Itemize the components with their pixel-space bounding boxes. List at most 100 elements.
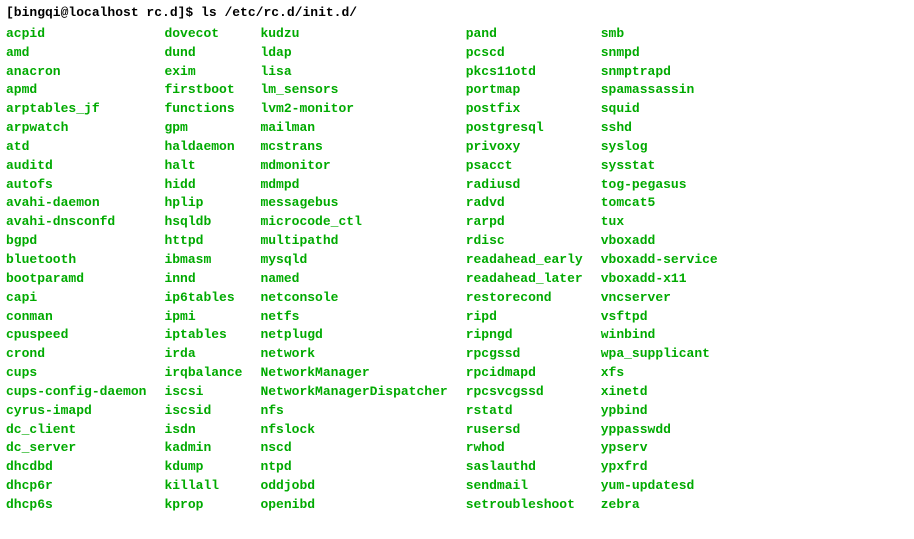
file-entry: dhcp6r xyxy=(6,477,146,496)
file-entry: avahi-daemon xyxy=(6,194,146,213)
file-entry: rpcsvcgssd xyxy=(466,383,583,402)
file-entry: cups xyxy=(6,364,146,383)
file-entry: mailman xyxy=(260,119,447,138)
file-entry: iscsi xyxy=(164,383,242,402)
file-entry: iptables xyxy=(164,326,242,345)
file-entry: ripd xyxy=(466,308,583,327)
file-entry: named xyxy=(260,270,447,289)
terminal-output: [bingqi@localhost rc.d]$ ls /etc/rc.d/in… xyxy=(0,0,914,519)
file-entry: firstboot xyxy=(164,81,242,100)
file-entry: isdn xyxy=(164,421,242,440)
file-entry: hplip xyxy=(164,194,242,213)
file-entry: netconsole xyxy=(260,289,447,308)
file-entry: readahead_early xyxy=(466,251,583,270)
file-entry: ripngd xyxy=(466,326,583,345)
file-entry: hsqldb xyxy=(164,213,242,232)
file-entry: dc_server xyxy=(6,439,146,458)
file-entry: rdisc xyxy=(466,232,583,251)
file-entry: radvd xyxy=(466,194,583,213)
file-entry: ldap xyxy=(260,44,447,63)
file-entry: vboxadd-service xyxy=(601,251,718,270)
file-entry: apmd xyxy=(6,81,146,100)
file-entry: ntpd xyxy=(260,458,447,477)
file-entry: smb xyxy=(601,25,718,44)
file-entry: rarpd xyxy=(466,213,583,232)
file-entry: halt xyxy=(164,157,242,176)
file-entry: yum-updatesd xyxy=(601,477,718,496)
file-entry: avahi-dnsconfd xyxy=(6,213,146,232)
file-entry: mdmpd xyxy=(260,176,447,195)
file-entry: sshd xyxy=(601,119,718,138)
file-entry: postgresql xyxy=(466,119,583,138)
file-entry: nscd xyxy=(260,439,447,458)
file-entry: restorecond xyxy=(466,289,583,308)
file-entry: anacron xyxy=(6,63,146,82)
file-entry: exim xyxy=(164,63,242,82)
file-entry: mysqld xyxy=(260,251,447,270)
file-entry: dhcdbd xyxy=(6,458,146,477)
file-entry: cups-config-daemon xyxy=(6,383,146,402)
file-entry: rusersd xyxy=(466,421,583,440)
file-listing: acpidamdanacronapmdarptables_jfarpwatcha… xyxy=(6,25,908,515)
file-entry: rpcidmapd xyxy=(466,364,583,383)
file-entry: bootparamd xyxy=(6,270,146,289)
file-entry: bgpd xyxy=(6,232,146,251)
file-entry: irqbalance xyxy=(164,364,242,383)
file-entry: xinetd xyxy=(601,383,718,402)
listing-col-3: pandpcscdpkcs11otdportmappostfixpostgres… xyxy=(466,25,583,515)
file-entry: pkcs11otd xyxy=(466,63,583,82)
file-entry: multipathd xyxy=(260,232,447,251)
file-entry: NetworkManagerDispatcher xyxy=(260,383,447,402)
file-entry: spamassassin xyxy=(601,81,718,100)
file-entry: openibd xyxy=(260,496,447,515)
file-entry: crond xyxy=(6,345,146,364)
file-entry: kdump xyxy=(164,458,242,477)
file-entry: gpm xyxy=(164,119,242,138)
file-entry: vboxadd xyxy=(601,232,718,251)
file-entry: amd xyxy=(6,44,146,63)
file-entry: dund xyxy=(164,44,242,63)
file-entry: cpuspeed xyxy=(6,326,146,345)
file-entry: radiusd xyxy=(466,176,583,195)
file-entry: netplugd xyxy=(260,326,447,345)
file-entry: setroubleshoot xyxy=(466,496,583,515)
file-entry: cyrus-imapd xyxy=(6,402,146,421)
command-text: ls /etc/rc.d/init.d/ xyxy=(201,5,357,20)
file-entry: rpcgssd xyxy=(466,345,583,364)
file-entry: readahead_later xyxy=(466,270,583,289)
file-entry: rwhod xyxy=(466,439,583,458)
file-entry: netfs xyxy=(260,308,447,327)
listing-col-1: dovecotdundeximfirstbootfunctionsgpmhald… xyxy=(164,25,242,515)
file-entry: sendmail xyxy=(466,477,583,496)
file-entry: tog-pegasus xyxy=(601,176,718,195)
file-entry: dc_client xyxy=(6,421,146,440)
file-entry: pcscd xyxy=(466,44,583,63)
file-entry: irda xyxy=(164,345,242,364)
file-entry: snmpd xyxy=(601,44,718,63)
prompt-line: [bingqi@localhost rc.d]$ ls /etc/rc.d/in… xyxy=(6,4,908,23)
file-entry: ip6tables xyxy=(164,289,242,308)
file-entry: functions xyxy=(164,100,242,119)
file-entry: zebra xyxy=(601,496,718,515)
file-entry: iscsid xyxy=(164,402,242,421)
file-entry: lvm2-monitor xyxy=(260,100,447,119)
file-entry: network xyxy=(260,345,447,364)
file-entry: hidd xyxy=(164,176,242,195)
file-entry: acpid xyxy=(6,25,146,44)
file-entry: conman xyxy=(6,308,146,327)
file-entry: lm_sensors xyxy=(260,81,447,100)
file-entry: lisa xyxy=(260,63,447,82)
shell-prompt: [bingqi@localhost rc.d]$ xyxy=(6,5,201,20)
file-entry: squid xyxy=(601,100,718,119)
file-entry: portmap xyxy=(466,81,583,100)
file-entry: auditd xyxy=(6,157,146,176)
listing-col-0: acpidamdanacronapmdarptables_jfarpwatcha… xyxy=(6,25,146,515)
file-entry: nfs xyxy=(260,402,447,421)
file-entry: ypxfrd xyxy=(601,458,718,477)
file-entry: xfs xyxy=(601,364,718,383)
file-entry: messagebus xyxy=(260,194,447,213)
file-entry: privoxy xyxy=(466,138,583,157)
file-entry: ipmi xyxy=(164,308,242,327)
file-entry: pand xyxy=(466,25,583,44)
file-entry: postfix xyxy=(466,100,583,119)
